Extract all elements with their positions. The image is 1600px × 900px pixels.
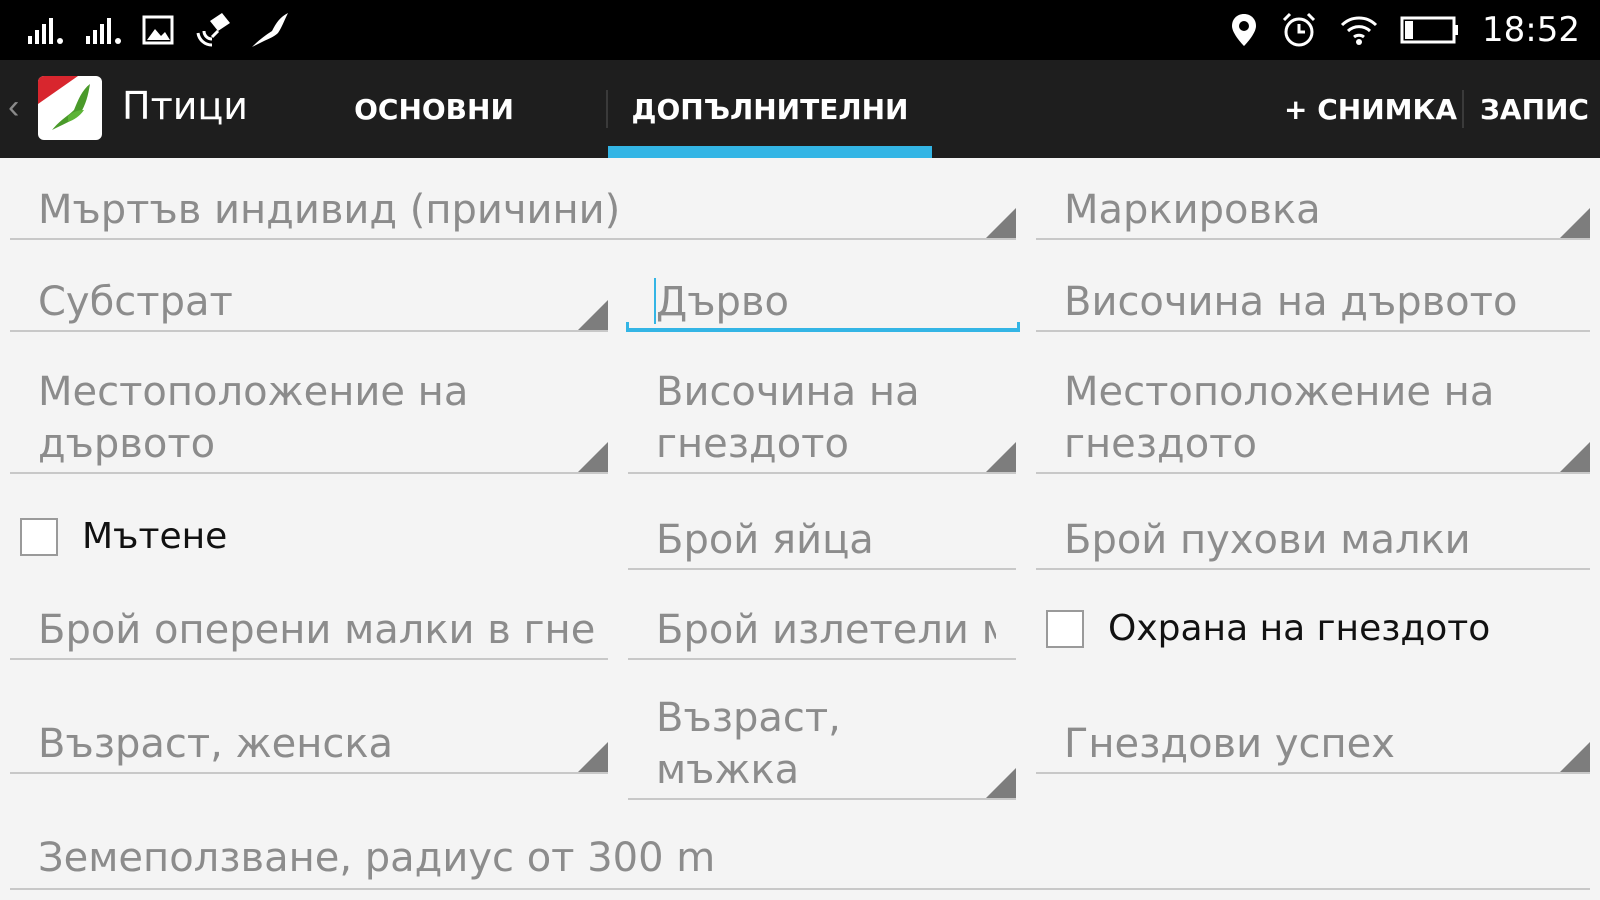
marking-spinner[interactable]: Маркировка bbox=[1036, 180, 1590, 242]
egg-count-placeholder: Брой яйца bbox=[656, 517, 874, 563]
field-underline bbox=[628, 568, 1016, 570]
spinner-arrow-icon bbox=[578, 300, 608, 330]
spinner-arrow-icon bbox=[986, 768, 1016, 798]
location-icon bbox=[1232, 14, 1257, 46]
bird-icon bbox=[252, 13, 288, 47]
nest-height-spinner[interactable]: Височина на гнездото bbox=[628, 366, 1016, 476]
substrate-label: Субстрат bbox=[38, 279, 233, 325]
field-underline bbox=[1036, 472, 1590, 474]
field-underline bbox=[10, 888, 1590, 890]
spinner-arrow-icon bbox=[578, 442, 608, 472]
field-underline bbox=[1036, 238, 1590, 240]
field-underline bbox=[1036, 330, 1590, 332]
nesting-success-spinner[interactable]: Гнездови успех bbox=[1036, 714, 1590, 776]
wifi-icon bbox=[1340, 16, 1378, 45]
nesting-success-label: Гнездови успех bbox=[1064, 721, 1395, 767]
nest-protection-label: Охрана на гнездото bbox=[1108, 608, 1491, 649]
land-use-placeholder: Земеползване, радиус от 300 m bbox=[38, 835, 716, 881]
fledged-count-placeholder: Брой излетели малки bbox=[656, 607, 996, 653]
satellite-icon bbox=[196, 13, 230, 47]
spinner-arrow-icon bbox=[1560, 208, 1590, 238]
back-chevron-icon[interactable]: ‹ bbox=[8, 88, 19, 127]
spinner-arrow-icon bbox=[1560, 742, 1590, 772]
field-underline bbox=[10, 772, 608, 774]
tree-placeholder: Дърво bbox=[656, 279, 789, 325]
male-age-label: Възраст, мъжка bbox=[656, 695, 841, 793]
nest-location-spinner[interactable]: Местоположение на гнездото bbox=[1036, 366, 1590, 476]
field-underline bbox=[10, 658, 608, 660]
downy-chicks-input[interactable]: Брой пухови малки bbox=[1036, 510, 1590, 572]
field-underline bbox=[626, 322, 1020, 332]
feathered-chicks-input[interactable]: Брой оперени малки в гнездото bbox=[10, 600, 608, 662]
app-logo[interactable] bbox=[38, 76, 102, 140]
fledged-count-input[interactable]: Брой излетели малки bbox=[628, 600, 1016, 662]
land-use-input[interactable]: Земеползване, радиус от 300 m bbox=[10, 832, 1590, 894]
marking-label: Маркировка bbox=[1064, 187, 1321, 233]
tree-height-placeholder: Височина на дървото bbox=[1064, 279, 1518, 325]
signal-icon bbox=[86, 18, 121, 44]
alarm-icon bbox=[1282, 12, 1316, 47]
nest-height-label: Височина на гнездото bbox=[656, 369, 920, 467]
spinner-arrow-icon bbox=[1560, 442, 1590, 472]
tree-height-input[interactable]: Височина на дървото bbox=[1036, 272, 1590, 334]
nest-protection-checkbox[interactable] bbox=[1046, 609, 1084, 648]
dead-individual-spinner[interactable]: Мъртъв индивид (причини) bbox=[10, 180, 1016, 242]
image-icon bbox=[142, 15, 174, 45]
egg-count-input[interactable]: Брой яйца bbox=[628, 510, 1016, 572]
action-divider bbox=[1462, 90, 1464, 128]
action-bar: ‹ Птици ОСНОВНИ ДОПЪЛНИТЕЛНИ + СНИМКА ЗА… bbox=[0, 60, 1600, 158]
spinner-arrow-icon bbox=[986, 208, 1016, 238]
mating-checkbox[interactable] bbox=[20, 517, 58, 556]
substrate-spinner[interactable]: Субстрат bbox=[10, 272, 608, 334]
tree-location-spinner[interactable]: Местоположение на дървото bbox=[10, 366, 608, 476]
status-bar: 18:52 bbox=[0, 0, 1600, 60]
add-photo-button[interactable]: + СНИМКА bbox=[1284, 60, 1457, 158]
tree-input[interactable]: Дърво bbox=[626, 272, 1020, 334]
bird-logo-icon bbox=[38, 76, 90, 130]
field-underline bbox=[628, 472, 1016, 474]
field-underline bbox=[10, 238, 1016, 240]
nest-location-label: Местоположение на гнездото bbox=[1064, 369, 1495, 467]
status-icons-left bbox=[26, 12, 290, 48]
spinner-arrow-icon bbox=[986, 442, 1016, 472]
field-underline bbox=[628, 658, 1016, 660]
downy-chicks-placeholder: Брой пухови малки bbox=[1064, 517, 1471, 563]
mating-label: Мътене bbox=[82, 516, 228, 557]
tree-location-label: Местоположение на дървото bbox=[38, 369, 469, 467]
dead-individual-label: Мъртъв индивид (причини) bbox=[38, 187, 621, 233]
field-underline bbox=[10, 330, 608, 332]
field-underline bbox=[628, 798, 1016, 800]
tab-basic[interactable]: ОСНОВНИ bbox=[336, 60, 532, 158]
battery-icon bbox=[1400, 16, 1459, 44]
field-underline bbox=[10, 472, 608, 474]
feathered-chicks-placeholder: Брой оперени малки в гнездото bbox=[38, 607, 596, 653]
female-age-label: Възраст, женска bbox=[38, 721, 394, 767]
status-icons-right: 18:52 bbox=[1230, 10, 1580, 50]
spinner-arrow-icon bbox=[578, 742, 608, 772]
female-age-spinner[interactable]: Възраст, женска bbox=[10, 714, 608, 776]
save-button[interactable]: ЗАПИС bbox=[1480, 60, 1589, 158]
field-underline bbox=[1036, 772, 1590, 774]
mating-checkbox-row[interactable]: Мътене bbox=[20, 516, 227, 557]
clock-time: 18:52 bbox=[1482, 10, 1580, 50]
nest-protection-checkbox-row[interactable]: Охрана на гнездото bbox=[1046, 608, 1490, 649]
tab-additional[interactable]: ДОПЪЛНИТЕЛНИ bbox=[608, 60, 932, 158]
app-title: Птици bbox=[122, 84, 248, 128]
male-age-spinner[interactable]: Възраст, мъжка bbox=[628, 692, 1016, 802]
field-underline bbox=[1036, 568, 1590, 570]
signal-icon bbox=[28, 18, 63, 44]
